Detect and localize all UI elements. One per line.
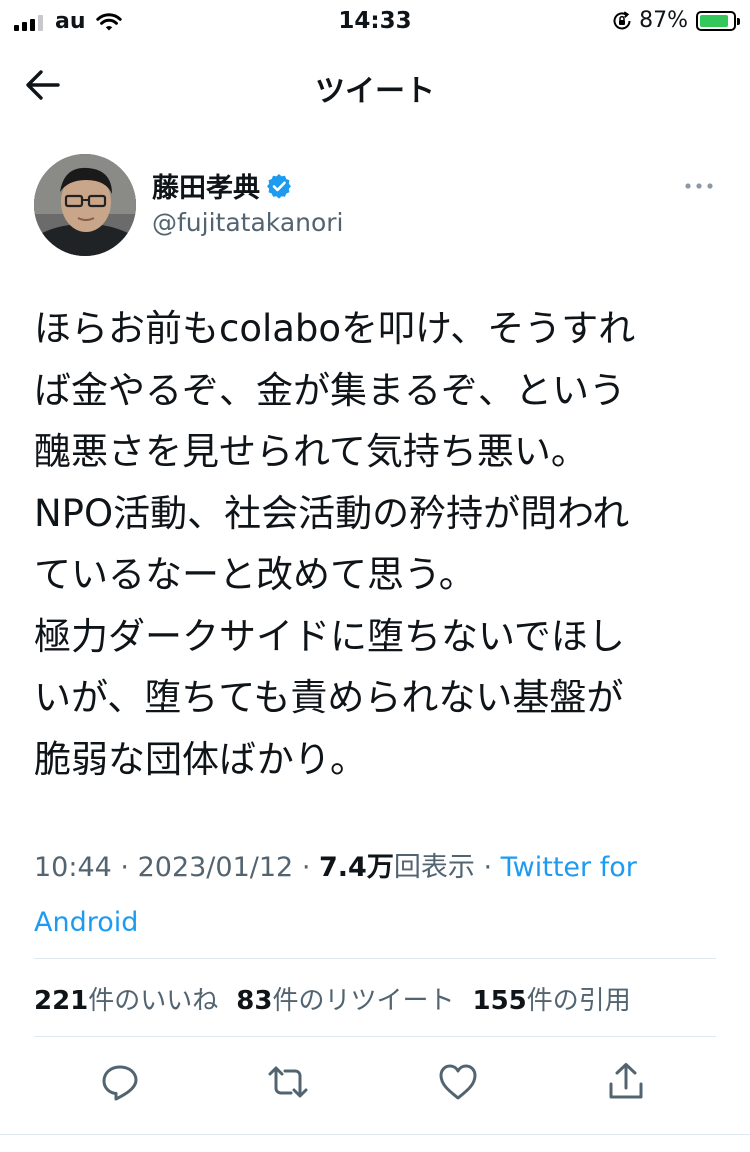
battery-fill — [700, 14, 728, 27]
tweet-text: ほらお前もcolaboを叩け、そうすれ ば金やるぞ、金が集まるぞ、という 醜悪さ… — [34, 298, 724, 790]
tweet-line: ているなーと改めて思う。 — [34, 553, 476, 596]
nav-header: ツイート — [0, 44, 750, 124]
divider — [34, 1036, 716, 1037]
tweet-line: 極力ダークサイドに堕ちないでほし — [34, 614, 625, 658]
rotation-lock-icon — [613, 10, 631, 29]
likes-label: 件のいいね — [88, 986, 219, 1016]
retweet-icon[interactable] — [266, 1060, 310, 1104]
tweet-line: 脆弱な団体ばかり。 — [34, 737, 367, 781]
reply-icon[interactable] — [98, 1060, 142, 1104]
tweet-stats: 221件のいいね 83件のリツイート 155件の引用 — [34, 980, 631, 1017]
action-bar — [0, 1060, 750, 1104]
tweet-line: ほらお前もcolaboを叩け、そうすれ — [34, 307, 636, 350]
verified-badge-icon — [267, 173, 291, 199]
page-title: ツイート — [315, 74, 435, 109]
user-handle[interactable]: @fujitatakanori — [152, 208, 344, 237]
meta-separator: · — [120, 852, 129, 883]
retweets-label: 件のリツイート — [272, 986, 455, 1016]
tweet-line: ば金やるぞ、金が集まるぞ、という — [34, 368, 626, 412]
views-count: 7.4万 — [319, 852, 394, 883]
like-icon[interactable] — [436, 1060, 480, 1104]
name-row: 藤田孝典 — [152, 166, 292, 205]
tweet-line: NPO活動、社会活動の矜持が問われ — [34, 491, 630, 535]
meta-separator: · — [483, 852, 493, 883]
tweet-line: いが、堕ちても責められない基盤が — [34, 676, 624, 719]
retweets-count: 83 — [236, 986, 273, 1016]
more-options-icon[interactable] — [684, 182, 714, 190]
retweets-stat[interactable]: 83件のリツイート — [236, 980, 454, 1017]
tweet-meta: 10:44 · 2023/01/12 · 7.4万回表示 · Twitter f… — [34, 840, 724, 950]
quotes-count: 155 — [472, 986, 527, 1016]
display-name[interactable]: 藤田孝典 — [152, 166, 260, 205]
likes-count: 221 — [34, 986, 89, 1016]
tweet-line: 醜悪さを見せられて気持ち悪い。 — [34, 430, 588, 473]
share-icon[interactable] — [604, 1060, 648, 1104]
tweet-author: 藤田孝典 @fujitatakanori — [34, 154, 724, 258]
divider — [0, 1134, 750, 1135]
views-label: 回表示 — [393, 852, 475, 883]
status-right: 87% — [611, 8, 740, 33]
battery-percent: 87% — [639, 8, 688, 33]
tweet-date: 2023/01/12 — [137, 852, 294, 883]
tweet-time: 10:44 — [34, 852, 112, 883]
battery-icon — [696, 10, 740, 31]
status-bar: au 14:33 87% — [0, 0, 750, 44]
quotes-stat[interactable]: 155件の引用 — [473, 980, 631, 1017]
avatar[interactable] — [34, 154, 136, 256]
meta-separator: · — [301, 852, 311, 883]
quotes-label: 件の引用 — [526, 986, 631, 1016]
divider — [34, 958, 716, 959]
likes-stat[interactable]: 221件のいいね — [34, 980, 218, 1017]
